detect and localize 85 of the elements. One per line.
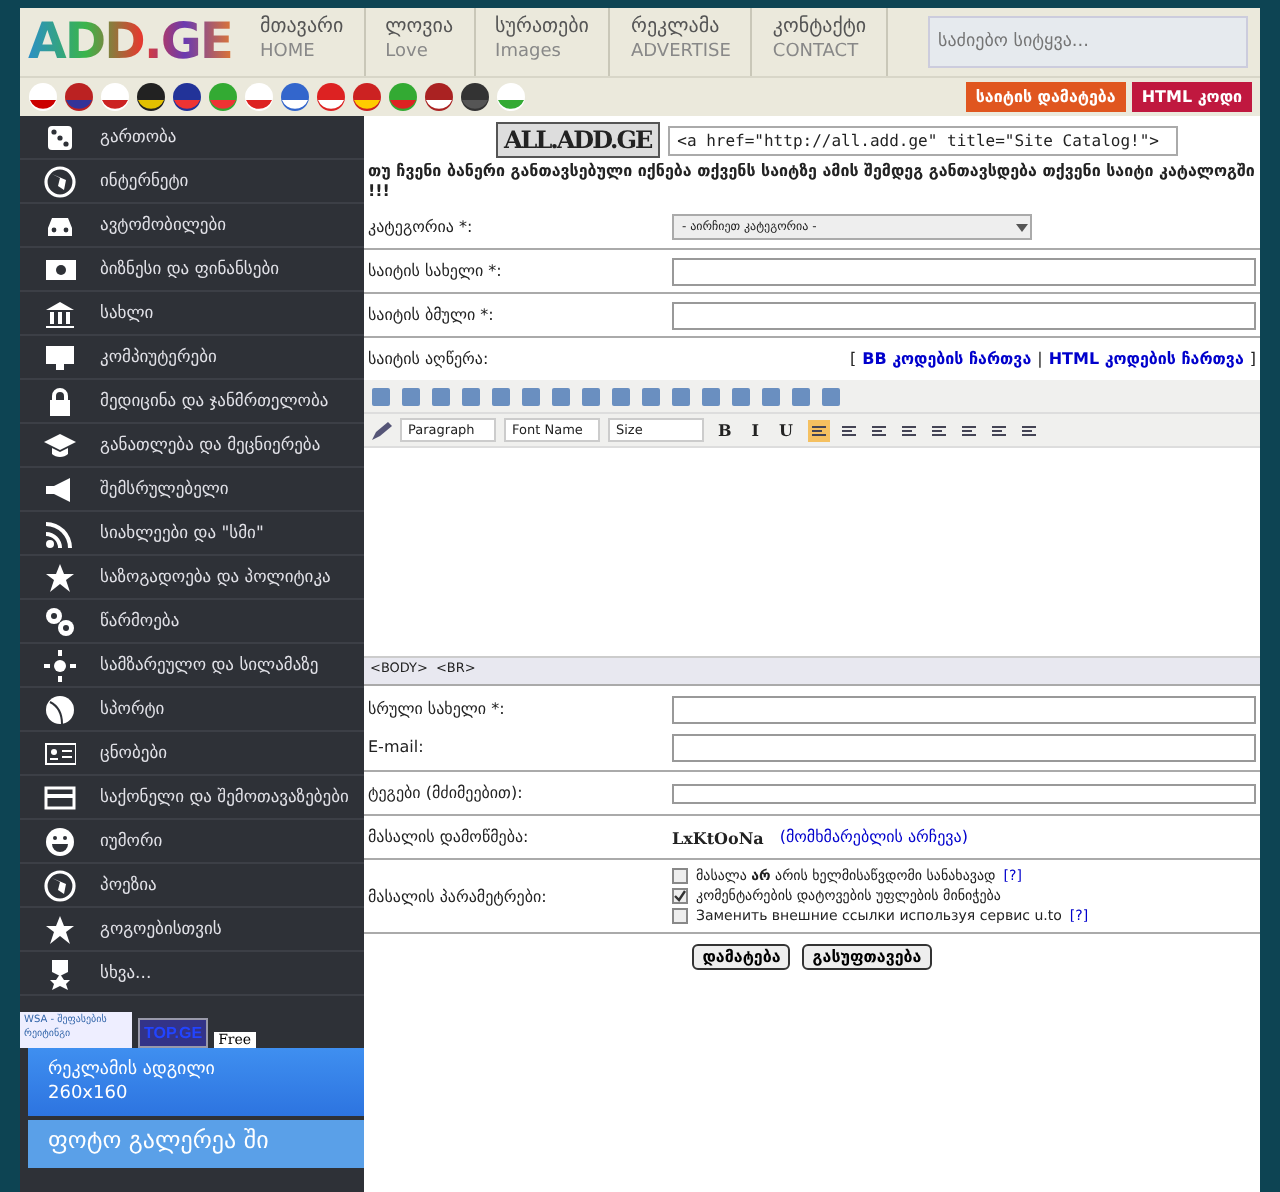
nav-link[interactable]: კონტაქტი CONTACT — [752, 8, 889, 76]
text-field[interactable] — [672, 733, 1256, 761]
header-button[interactable]: HTML კოდი — [1131, 82, 1252, 112]
bank-icon — [44, 297, 76, 329]
field-label: კატეგორია *: — [368, 218, 475, 236]
category-link[interactable]: სამზარეულო და სილამაზე — [20, 644, 364, 688]
format-button[interactable]: B — [712, 420, 738, 440]
category-link[interactable]: იუმორი — [20, 820, 364, 864]
format-button[interactable]: I — [745, 420, 766, 440]
field-label: მასალის დამოწმება: — [368, 828, 531, 846]
flag-icon[interactable] — [424, 82, 454, 112]
category-link[interactable]: პოეზია — [20, 864, 364, 908]
ad-text: 260x160 — [48, 1082, 130, 1106]
captcha-link[interactable]: (მომხმარებლის არჩევა) — [779, 828, 968, 846]
flag-icon[interactable] — [136, 82, 166, 112]
caret-icon — [1014, 219, 1030, 235]
text-field[interactable] — [672, 257, 1256, 285]
smiley-icon — [44, 825, 76, 857]
nav-link[interactable]: რეკლამა ADVERTISE — [610, 8, 753, 76]
graduation-cap-icon — [44, 429, 76, 461]
checkbox[interactable] — [672, 908, 688, 924]
monitor-icon — [44, 341, 76, 373]
separator: [ — [849, 350, 857, 368]
category-link[interactable]: სპორტი — [20, 688, 364, 732]
notice-text: თუ ჩვენი ბანერი განთავსებული იქნება თქვენს საიტზე ამის შემდეგ განთავსდება თქვენი საიტი კატალოგში !!! — [366, 160, 1257, 204]
id-card-icon — [44, 737, 76, 769]
form-button[interactable]: დამატება — [692, 944, 791, 970]
field-label: E-mail: — [368, 738, 426, 756]
field-label: მასალის პარამეტრები: — [368, 887, 549, 905]
flag-icon[interactable] — [28, 82, 58, 112]
code-toggle-link[interactable]: BB კოდების ჩართვა — [862, 350, 1032, 368]
category-link[interactable]: გოგოებისთვის — [20, 908, 364, 952]
field-label: საიტის სახელი *: — [368, 262, 504, 280]
category-link[interactable]: სიახლეები და "სმი" — [20, 512, 364, 556]
ad-text: რეკლამის ადგილი — [48, 1058, 217, 1082]
star-icon — [44, 913, 76, 945]
rss-icon — [44, 517, 76, 549]
star-icon — [44, 561, 76, 593]
edit-icon[interactable] — [370, 419, 392, 441]
field-label: ტეგები (მძიმეებით): — [368, 784, 525, 802]
format-button[interactable]: U — [773, 420, 799, 440]
code-toggle-link[interactable]: HTML კოდების ჩართვა — [1048, 350, 1244, 368]
category-link[interactable]: წარმოება — [20, 600, 364, 644]
lock-icon — [44, 385, 76, 417]
ball-icon — [44, 693, 76, 725]
text-field[interactable] — [672, 695, 1256, 723]
text-field[interactable] — [672, 301, 1256, 329]
category-link[interactable]: საქონელი და შემოთავაზებები — [20, 776, 364, 820]
checkbox[interactable] — [672, 868, 688, 884]
captcha-code: LxKtOoNa — [672, 827, 764, 847]
align-left-icon[interactable] — [807, 419, 829, 441]
nav-link[interactable]: მთავარი HOME — [240, 8, 366, 76]
gears-icon — [44, 605, 76, 637]
category-link[interactable]: კომპიუტერები — [20, 336, 364, 380]
category-link[interactable]: ინტერნეტი — [20, 160, 364, 204]
code-field[interactable]: <a href="http://all.add.ge" title="Site Catalog!"> — [667, 125, 1178, 155]
credit-card-icon — [44, 781, 76, 813]
text-field[interactable] — [672, 783, 1256, 803]
dice-icon — [44, 121, 76, 153]
flag-icon[interactable] — [460, 82, 490, 112]
category-link[interactable]: შემსრულებელი — [20, 468, 364, 512]
separator: | — [1037, 350, 1043, 368]
category-link[interactable]: სახლი — [20, 292, 364, 336]
category-link[interactable]: გართობა — [20, 116, 364, 160]
category-link[interactable]: ბიზნესი და ფინანსები — [20, 248, 364, 292]
ad-banner[interactable]: რეკლამის ადგილი 260x160 — [28, 1048, 364, 1116]
nav-link[interactable]: ლოვია Love — [365, 8, 476, 76]
field-label: საიტის ბმული *: — [368, 306, 496, 324]
field-label: საიტის აღწერა: — [368, 350, 489, 368]
megaphone-icon — [44, 473, 76, 505]
header-button[interactable]: საიტის დამატება — [965, 82, 1126, 112]
sun-icon — [44, 649, 76, 681]
flag-icon[interactable] — [64, 82, 94, 112]
category-link[interactable]: განათლება და მეცნიერება — [20, 424, 364, 468]
category-link[interactable]: ავტომობილები — [20, 204, 364, 248]
checkbox[interactable] — [672, 888, 688, 904]
flag-icon[interactable] — [172, 82, 202, 112]
catalog-logo: ALL.ADD.GE — [496, 122, 660, 158]
category-link[interactable]: საზოგადოება და პოლიტიკა — [20, 556, 364, 600]
category-link[interactable]: მედიცინა და ჯანმრთელობა — [20, 380, 364, 424]
separator: ] — [1249, 350, 1256, 368]
category-link[interactable]: ცნობები — [20, 732, 364, 776]
nav-link[interactable]: სურათები Images — [475, 8, 611, 76]
form-button[interactable]: გასუფთავება — [802, 944, 932, 970]
field-label: სრული სახელი *: — [368, 700, 507, 718]
